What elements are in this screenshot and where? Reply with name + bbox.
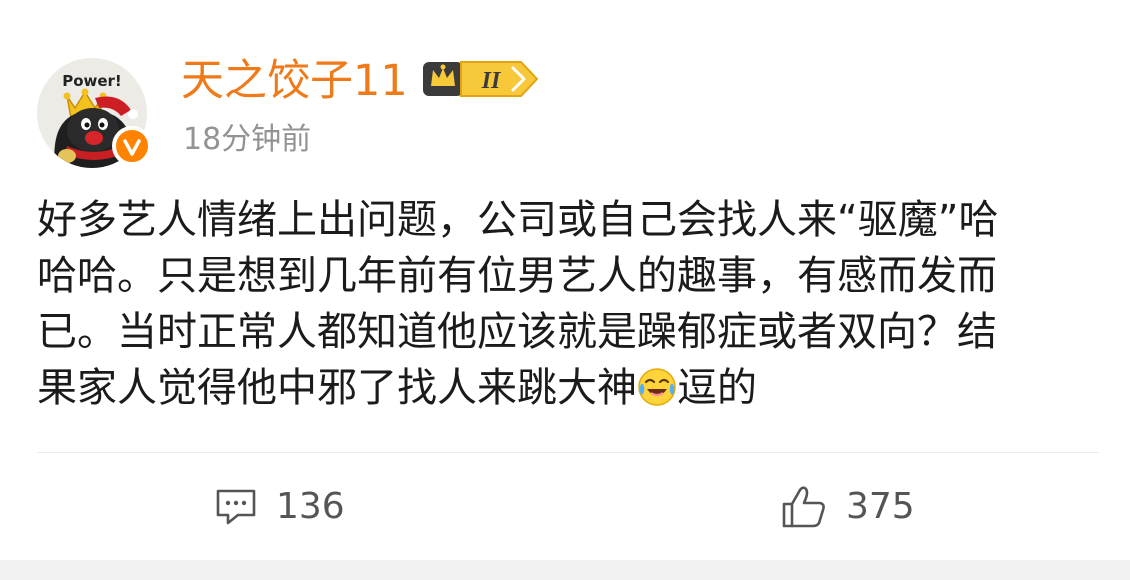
post-timestamp: 18分钟前	[183, 122, 312, 157]
post-card: Power! 天之饺子11 II 18分钟前 好多艺人情绪上出问题，公司或自己会…	[0, 0, 1130, 560]
post-text-tail: 逗的	[677, 365, 757, 411]
post-text-line-last: 果家人觉得他中邪了找人来跳大神 逗的	[37, 360, 1099, 416]
comment-icon	[216, 489, 256, 525]
level-badge-icon[interactable]: II	[421, 56, 541, 102]
page-background-strip	[0, 560, 1130, 580]
laughing-crying-icon	[638, 368, 676, 406]
like-button[interactable]: 375	[780, 482, 915, 532]
comment-button[interactable]: 136	[214, 482, 345, 532]
comment-count: 136	[276, 486, 345, 527]
thumbs-up-icon	[782, 486, 825, 528]
divider	[37, 452, 1099, 453]
post-text-line: 好多艺人情绪上出问题，公司或自己会找人来“驱魔”哈	[37, 197, 999, 243]
username-link[interactable]: 天之饺子11	[181, 56, 408, 106]
post-text-line: 哈哈。只是想到几年前有位男艺人的趣事，有感而发而	[37, 253, 997, 299]
post-body: 好多艺人情绪上出问题，公司或自己会找人来“驱魔”哈 哈哈。只是想到几年前有位男艺…	[37, 192, 1099, 416]
post-text-segment: 果家人觉得他中邪了找人来跳大神	[37, 365, 637, 411]
post-text-line: 已。当时正常人都知道他应该就是躁郁症或者双向？结	[37, 309, 997, 355]
like-count: 375	[846, 486, 915, 527]
level-badge-label: II	[481, 68, 502, 94]
verified-badge-icon	[112, 126, 152, 166]
